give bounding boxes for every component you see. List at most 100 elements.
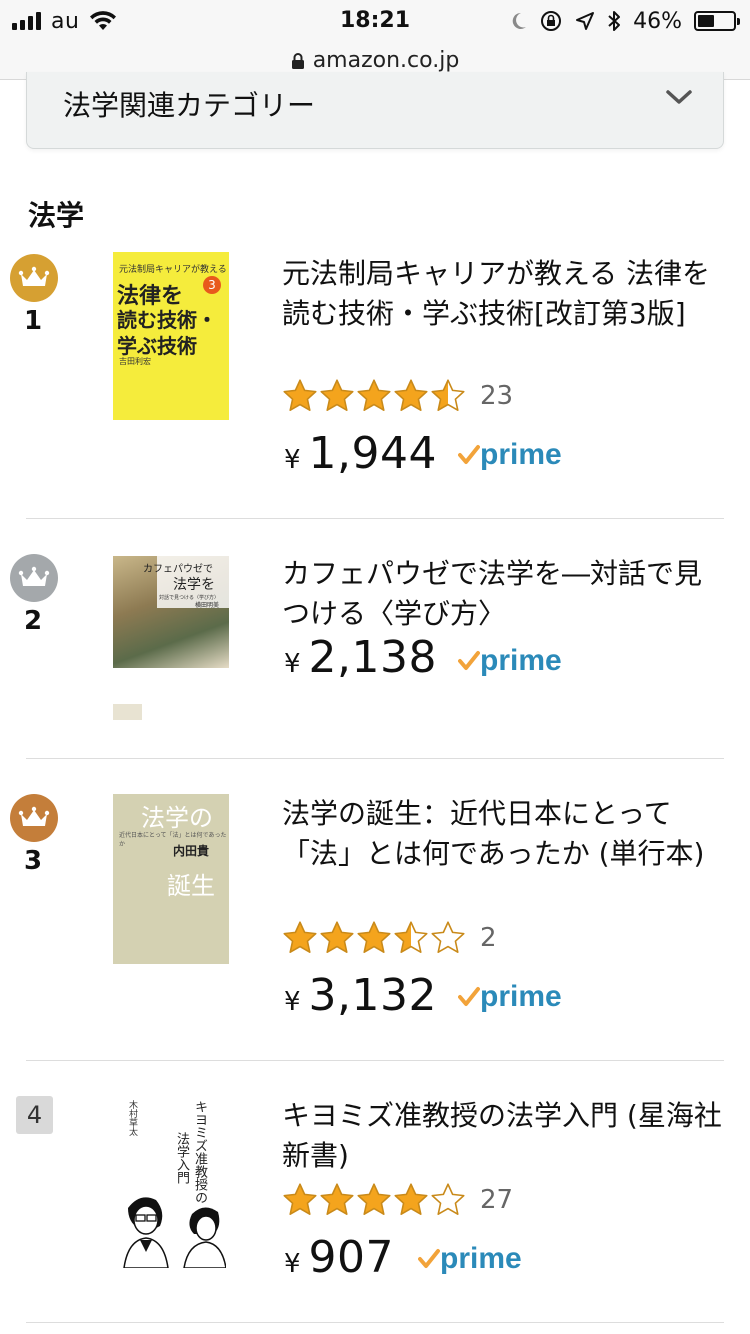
chevron-down-icon — [666, 90, 692, 104]
star-icon — [357, 379, 391, 411]
star-icon — [394, 921, 428, 953]
star-icon — [320, 379, 354, 411]
star-icon — [283, 1183, 317, 1215]
price-value: 3,132 — [308, 970, 438, 1021]
review-count[interactable]: 27 — [480, 1185, 513, 1215]
rank-number: 1 — [23, 306, 43, 336]
prime-check-icon — [458, 651, 480, 670]
battery-icon — [694, 11, 740, 31]
star-icon — [320, 1183, 354, 1215]
divider — [26, 1060, 724, 1061]
rating-stars — [282, 920, 466, 956]
cover-title-line2: 誕生 — [167, 872, 215, 900]
review-count[interactable]: 2 — [480, 923, 497, 953]
cover-title-line2: 法学を — [173, 577, 215, 593]
prime-badge: prime — [418, 1242, 522, 1276]
star-icon — [394, 379, 428, 411]
book-cover[interactable]: 元法制局キャリアが教える 法律を 3 読む技術・ 学ぶ技術 吉田利宏 — [113, 252, 229, 420]
currency-symbol: ¥ — [284, 649, 301, 679]
review-count[interactable]: 23 — [480, 381, 513, 411]
crown-icon — [18, 566, 50, 586]
star-icon — [357, 921, 391, 953]
status-bar: au 18:21 46% — [0, 0, 750, 42]
divider — [26, 758, 724, 759]
star-icon — [394, 1183, 428, 1215]
section-heading: 法学 — [28, 199, 85, 232]
prime-badge: prime — [458, 438, 562, 472]
product-title[interactable]: 元法制局キャリアが教える 法律を読む技術・学ぶ技術[改訂第3版] — [282, 254, 722, 334]
cover-author: 横田明美 — [195, 602, 220, 609]
product-title[interactable]: キヨミズ准教授の法学入門 (星海社新書) — [282, 1096, 722, 1176]
prime-label: prime — [480, 980, 562, 1013]
rank-number-box: 4 — [16, 1096, 53, 1134]
star-icon — [431, 1183, 465, 1215]
cover-title-line2: 法学入門 — [174, 1132, 189, 1184]
rating-stars — [282, 378, 466, 414]
star-rating[interactable]: 2 — [282, 920, 497, 956]
price-value: 2,138 — [308, 632, 438, 683]
cover-title-line3: 学ぶ技術 — [117, 334, 197, 358]
battery-percent: 46% — [633, 8, 682, 34]
product-title[interactable]: カフェパウゼで法学を―対話で見つける〈学び方〉 — [282, 554, 722, 634]
star-icon — [320, 921, 354, 953]
star-icon — [431, 379, 465, 411]
cover-author: 吉田利宏 — [119, 357, 151, 366]
cover-author: 木村草太 — [127, 1100, 137, 1136]
cover-title-line1: 法学の — [141, 804, 213, 832]
currency-symbol: ¥ — [284, 1249, 301, 1279]
price-value: 1,944 — [308, 428, 438, 479]
book-cover[interactable]: 法学の 近代日本にとって「法」とは何であったか 内田貴 誕生 — [113, 794, 229, 964]
category-dropdown[interactable]: 法学関連カテゴリー — [26, 72, 724, 149]
book-cover[interactable]: 木村草太 キヨミズ准教授の 法学入門 — [120, 1096, 226, 1268]
divider — [26, 518, 724, 519]
list-item[interactable]: 4 木村草太 キヨミズ准教授の 法学入門 キヨミズ准教授の法学入門 (星海社新書… — [0, 1096, 750, 1322]
prime-badge: prime — [458, 980, 562, 1014]
list-item[interactable]: 3 法学の 近代日本にとって「法」とは何であったか 内田貴 誕生 法学の誕生：近… — [0, 794, 750, 1060]
cover-illustration — [123, 1197, 226, 1268]
currency-symbol: ¥ — [284, 987, 301, 1017]
star-icon — [357, 1183, 391, 1215]
orientation-lock-icon — [541, 11, 562, 31]
edition-badge: 3 — [203, 276, 221, 294]
gold-crown-badge — [10, 254, 58, 302]
rank-number: 3 — [23, 846, 43, 876]
status-right: 46% — [511, 8, 740, 34]
price-value: 907 — [308, 1232, 395, 1283]
star-icon — [283, 921, 317, 953]
price: ¥ 907 — [284, 1232, 394, 1283]
location-icon — [576, 12, 595, 30]
crown-icon — [18, 806, 50, 826]
list-item[interactable]: 1 元法制局キャリアが教える 法律を 3 読む技術・ 学ぶ技術 吉田利宏 元法制… — [0, 250, 750, 518]
book-cover[interactable]: カフェパウゼで 法学を 対話で見つける〈学び方〉 横田明美 — [113, 556, 229, 668]
star-icon — [283, 379, 317, 411]
star-rating[interactable]: 27 — [282, 1182, 513, 1218]
category-dropdown-label: 法学関連カテゴリー — [63, 89, 316, 122]
prime-badge: prime — [458, 644, 562, 678]
cover-title-line1: カフェパウゼで — [143, 564, 213, 575]
cover-bottom-strip — [113, 704, 229, 720]
product-title[interactable]: 法学の誕生：近代日本にとって「法」とは何であったか (単行本) — [282, 794, 722, 874]
battery-level — [698, 15, 714, 27]
silver-crown-badge — [10, 554, 58, 602]
crown-icon — [18, 266, 50, 286]
star-icon — [431, 921, 465, 953]
rank-number: 2 — [23, 606, 43, 636]
cover-title-line2: 読む技術・ — [117, 308, 217, 332]
price: ¥ 3,132 — [284, 970, 437, 1021]
price: ¥ 2,138 — [284, 632, 437, 683]
prime-label: prime — [440, 1242, 522, 1275]
currency-symbol: ¥ — [284, 445, 301, 475]
cover-subtitle: 元法制局キャリアが教える — [119, 265, 227, 275]
list-item[interactable]: 2 カフェパウゼで 法学を 対話で見つける〈学び方〉 横田明美 カフェパウゼで法… — [0, 554, 750, 758]
cover-author: 内田貴 — [173, 844, 210, 858]
url-domain: amazon.co.jp — [312, 48, 460, 73]
prime-check-icon — [418, 1249, 440, 1268]
bluetooth-icon — [608, 11, 621, 31]
lock-icon — [291, 52, 304, 69]
star-rating[interactable]: 23 — [282, 378, 513, 414]
moon-icon — [512, 12, 527, 29]
rating-stars — [282, 1182, 466, 1218]
prime-check-icon — [458, 987, 480, 1006]
prime-label: prime — [480, 438, 562, 471]
divider — [26, 1322, 724, 1323]
